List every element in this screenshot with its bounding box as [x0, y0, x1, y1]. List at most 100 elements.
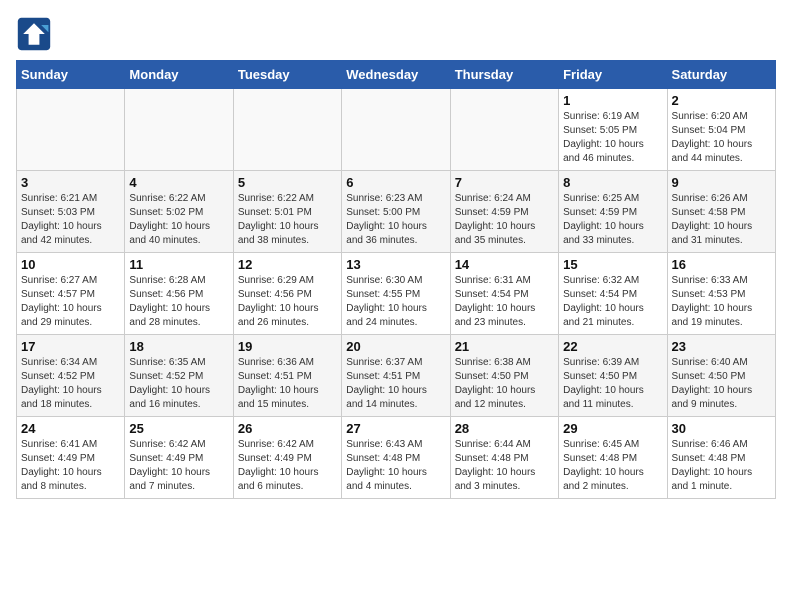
day-cell: 19 Sunrise: 6:36 AM Sunset: 4:51 PM Dayli… — [233, 335, 341, 417]
day-cell: 28 Sunrise: 6:44 AM Sunset: 4:48 PM Dayli… — [450, 417, 558, 499]
day-number: 4 — [129, 175, 228, 190]
day-number: 24 — [21, 421, 120, 436]
week-row-2: 3 Sunrise: 6:21 AM Sunset: 5:03 PM Daylig… — [17, 171, 776, 253]
day-info: Sunrise: 6:23 AM Sunset: 5:00 PM Dayligh… — [346, 192, 445, 248]
day-number: 19 — [238, 339, 337, 354]
day-cell: 4 Sunrise: 6:22 AM Sunset: 5:02 PM Daylig… — [125, 171, 233, 253]
day-info: Sunrise: 6:30 AM Sunset: 4:55 PM Dayligh… — [346, 274, 445, 330]
day-info: Sunrise: 6:37 AM Sunset: 4:51 PM Dayligh… — [346, 356, 445, 412]
column-header-thursday: Thursday — [450, 61, 558, 89]
day-info: Sunrise: 6:41 AM Sunset: 4:49 PM Dayligh… — [21, 438, 120, 494]
column-header-sunday: Sunday — [17, 61, 125, 89]
day-cell: 9Sunrise: 6:26 AM Sunset: 4:58 PM Daylig… — [667, 171, 775, 253]
day-info: Sunrise: 6:20 AM Sunset: 5:04 PM Dayligh… — [672, 110, 771, 166]
day-number: 17 — [21, 339, 120, 354]
day-cell: 21 Sunrise: 6:38 AM Sunset: 4:50 PM Dayli… — [450, 335, 558, 417]
day-number: 13 — [346, 257, 445, 272]
day-cell: 25Sunrise: 6:42 AM Sunset: 4:49 PM Dayli… — [125, 417, 233, 499]
day-cell: 23Sunrise: 6:40 AM Sunset: 4:50 PM Dayli… — [667, 335, 775, 417]
day-cell — [342, 89, 450, 171]
week-row-1: 1Sunrise: 6:19 AM Sunset: 5:05 PM Daylig… — [17, 89, 776, 171]
column-header-tuesday: Tuesday — [233, 61, 341, 89]
day-number: 26 — [238, 421, 337, 436]
day-info: Sunrise: 6:21 AM Sunset: 5:03 PM Dayligh… — [21, 192, 120, 248]
day-info: Sunrise: 6:34 AM Sunset: 4:52 PM Dayligh… — [21, 356, 120, 412]
day-info: Sunrise: 6:19 AM Sunset: 5:05 PM Dayligh… — [563, 110, 662, 166]
day-number: 5 — [238, 175, 337, 190]
day-info: Sunrise: 6:28 AM Sunset: 4:56 PM Dayligh… — [129, 274, 228, 330]
day-info: Sunrise: 6:44 AM Sunset: 4:48 PM Dayligh… — [455, 438, 554, 494]
day-cell: 20 Sunrise: 6:37 AM Sunset: 4:51 PM Dayli… — [342, 335, 450, 417]
day-info: Sunrise: 6:39 AM Sunset: 4:50 PM Dayligh… — [563, 356, 662, 412]
week-row-3: 10 Sunrise: 6:27 AM Sunset: 4:57 PM Dayli… — [17, 253, 776, 335]
day-number: 29 — [563, 421, 662, 436]
day-cell: 14 Sunrise: 6:31 AM Sunset: 4:54 PM Dayli… — [450, 253, 558, 335]
day-cell: 12 Sunrise: 6:29 AM Sunset: 4:56 PM Dayli… — [233, 253, 341, 335]
day-cell: 1Sunrise: 6:19 AM Sunset: 5:05 PM Daylig… — [559, 89, 667, 171]
day-cell: 26 Sunrise: 6:42 AM Sunset: 4:49 PM Dayli… — [233, 417, 341, 499]
calendar-table: SundayMondayTuesdayWednesdayThursdayFrid… — [16, 60, 776, 499]
day-number: 14 — [455, 257, 554, 272]
day-cell: 24 Sunrise: 6:41 AM Sunset: 4:49 PM Dayli… — [17, 417, 125, 499]
day-info: Sunrise: 6:32 AM Sunset: 4:54 PM Dayligh… — [563, 274, 662, 330]
day-cell: 16 Sunrise: 6:33 AM Sunset: 4:53 PM Dayli… — [667, 253, 775, 335]
day-number: 27 — [346, 421, 445, 436]
header — [16, 16, 776, 52]
day-number: 16 — [672, 257, 771, 272]
column-header-friday: Friday — [559, 61, 667, 89]
day-info: Sunrise: 6:25 AM Sunset: 4:59 PM Dayligh… — [563, 192, 662, 248]
day-cell: 15 Sunrise: 6:32 AM Sunset: 4:54 PM Dayli… — [559, 253, 667, 335]
day-info: Sunrise: 6:36 AM Sunset: 4:51 PM Dayligh… — [238, 356, 337, 412]
day-number: 23 — [672, 339, 771, 354]
week-row-4: 17 Sunrise: 6:34 AM Sunset: 4:52 PM Dayli… — [17, 335, 776, 417]
day-cell: 27 Sunrise: 6:43 AM Sunset: 4:48 PM Dayli… — [342, 417, 450, 499]
day-cell: 18Sunrise: 6:35 AM Sunset: 4:52 PM Dayli… — [125, 335, 233, 417]
day-cell — [17, 89, 125, 171]
day-cell: 30 Sunrise: 6:46 AM Sunset: 4:48 PM Dayli… — [667, 417, 775, 499]
day-number: 21 — [455, 339, 554, 354]
week-row-5: 24 Sunrise: 6:41 AM Sunset: 4:49 PM Dayli… — [17, 417, 776, 499]
day-cell: 2 Sunrise: 6:20 AM Sunset: 5:04 PM Daylig… — [667, 89, 775, 171]
logo — [16, 16, 56, 52]
logo-icon — [16, 16, 52, 52]
day-number: 25 — [129, 421, 228, 436]
day-cell — [450, 89, 558, 171]
day-number: 15 — [563, 257, 662, 272]
column-headers: SundayMondayTuesdayWednesdayThursdayFrid… — [17, 61, 776, 89]
day-number: 7 — [455, 175, 554, 190]
day-info: Sunrise: 6:46 AM Sunset: 4:48 PM Dayligh… — [672, 438, 771, 494]
day-cell: 10 Sunrise: 6:27 AM Sunset: 4:57 PM Dayli… — [17, 253, 125, 335]
column-header-saturday: Saturday — [667, 61, 775, 89]
day-cell: 17 Sunrise: 6:34 AM Sunset: 4:52 PM Dayli… — [17, 335, 125, 417]
day-info: Sunrise: 6:33 AM Sunset: 4:53 PM Dayligh… — [672, 274, 771, 330]
day-info: Sunrise: 6:35 AM Sunset: 4:52 PM Dayligh… — [129, 356, 228, 412]
day-info: Sunrise: 6:42 AM Sunset: 4:49 PM Dayligh… — [238, 438, 337, 494]
day-number: 10 — [21, 257, 120, 272]
day-info: Sunrise: 6:43 AM Sunset: 4:48 PM Dayligh… — [346, 438, 445, 494]
day-info: Sunrise: 6:45 AM Sunset: 4:48 PM Dayligh… — [563, 438, 662, 494]
day-number: 20 — [346, 339, 445, 354]
day-info: Sunrise: 6:24 AM Sunset: 4:59 PM Dayligh… — [455, 192, 554, 248]
day-info: Sunrise: 6:38 AM Sunset: 4:50 PM Dayligh… — [455, 356, 554, 412]
day-cell: 5Sunrise: 6:22 AM Sunset: 5:01 PM Daylig… — [233, 171, 341, 253]
day-info: Sunrise: 6:22 AM Sunset: 5:02 PM Dayligh… — [129, 192, 228, 248]
day-number: 2 — [672, 93, 771, 108]
column-header-monday: Monday — [125, 61, 233, 89]
day-cell: 8Sunrise: 6:25 AM Sunset: 4:59 PM Daylig… — [559, 171, 667, 253]
day-number: 12 — [238, 257, 337, 272]
day-cell: 6 Sunrise: 6:23 AM Sunset: 5:00 PM Daylig… — [342, 171, 450, 253]
day-number: 3 — [21, 175, 120, 190]
day-number: 11 — [129, 257, 228, 272]
day-cell: 7 Sunrise: 6:24 AM Sunset: 4:59 PM Daylig… — [450, 171, 558, 253]
day-number: 28 — [455, 421, 554, 436]
day-cell: 29 Sunrise: 6:45 AM Sunset: 4:48 PM Dayli… — [559, 417, 667, 499]
day-info: Sunrise: 6:29 AM Sunset: 4:56 PM Dayligh… — [238, 274, 337, 330]
day-info: Sunrise: 6:31 AM Sunset: 4:54 PM Dayligh… — [455, 274, 554, 330]
day-number: 30 — [672, 421, 771, 436]
day-cell: 13 Sunrise: 6:30 AM Sunset: 4:55 PM Dayli… — [342, 253, 450, 335]
day-cell: 11 Sunrise: 6:28 AM Sunset: 4:56 PM Dayli… — [125, 253, 233, 335]
day-cell: 3 Sunrise: 6:21 AM Sunset: 5:03 PM Daylig… — [17, 171, 125, 253]
day-number: 9 — [672, 175, 771, 190]
day-number: 6 — [346, 175, 445, 190]
day-info: Sunrise: 6:27 AM Sunset: 4:57 PM Dayligh… — [21, 274, 120, 330]
